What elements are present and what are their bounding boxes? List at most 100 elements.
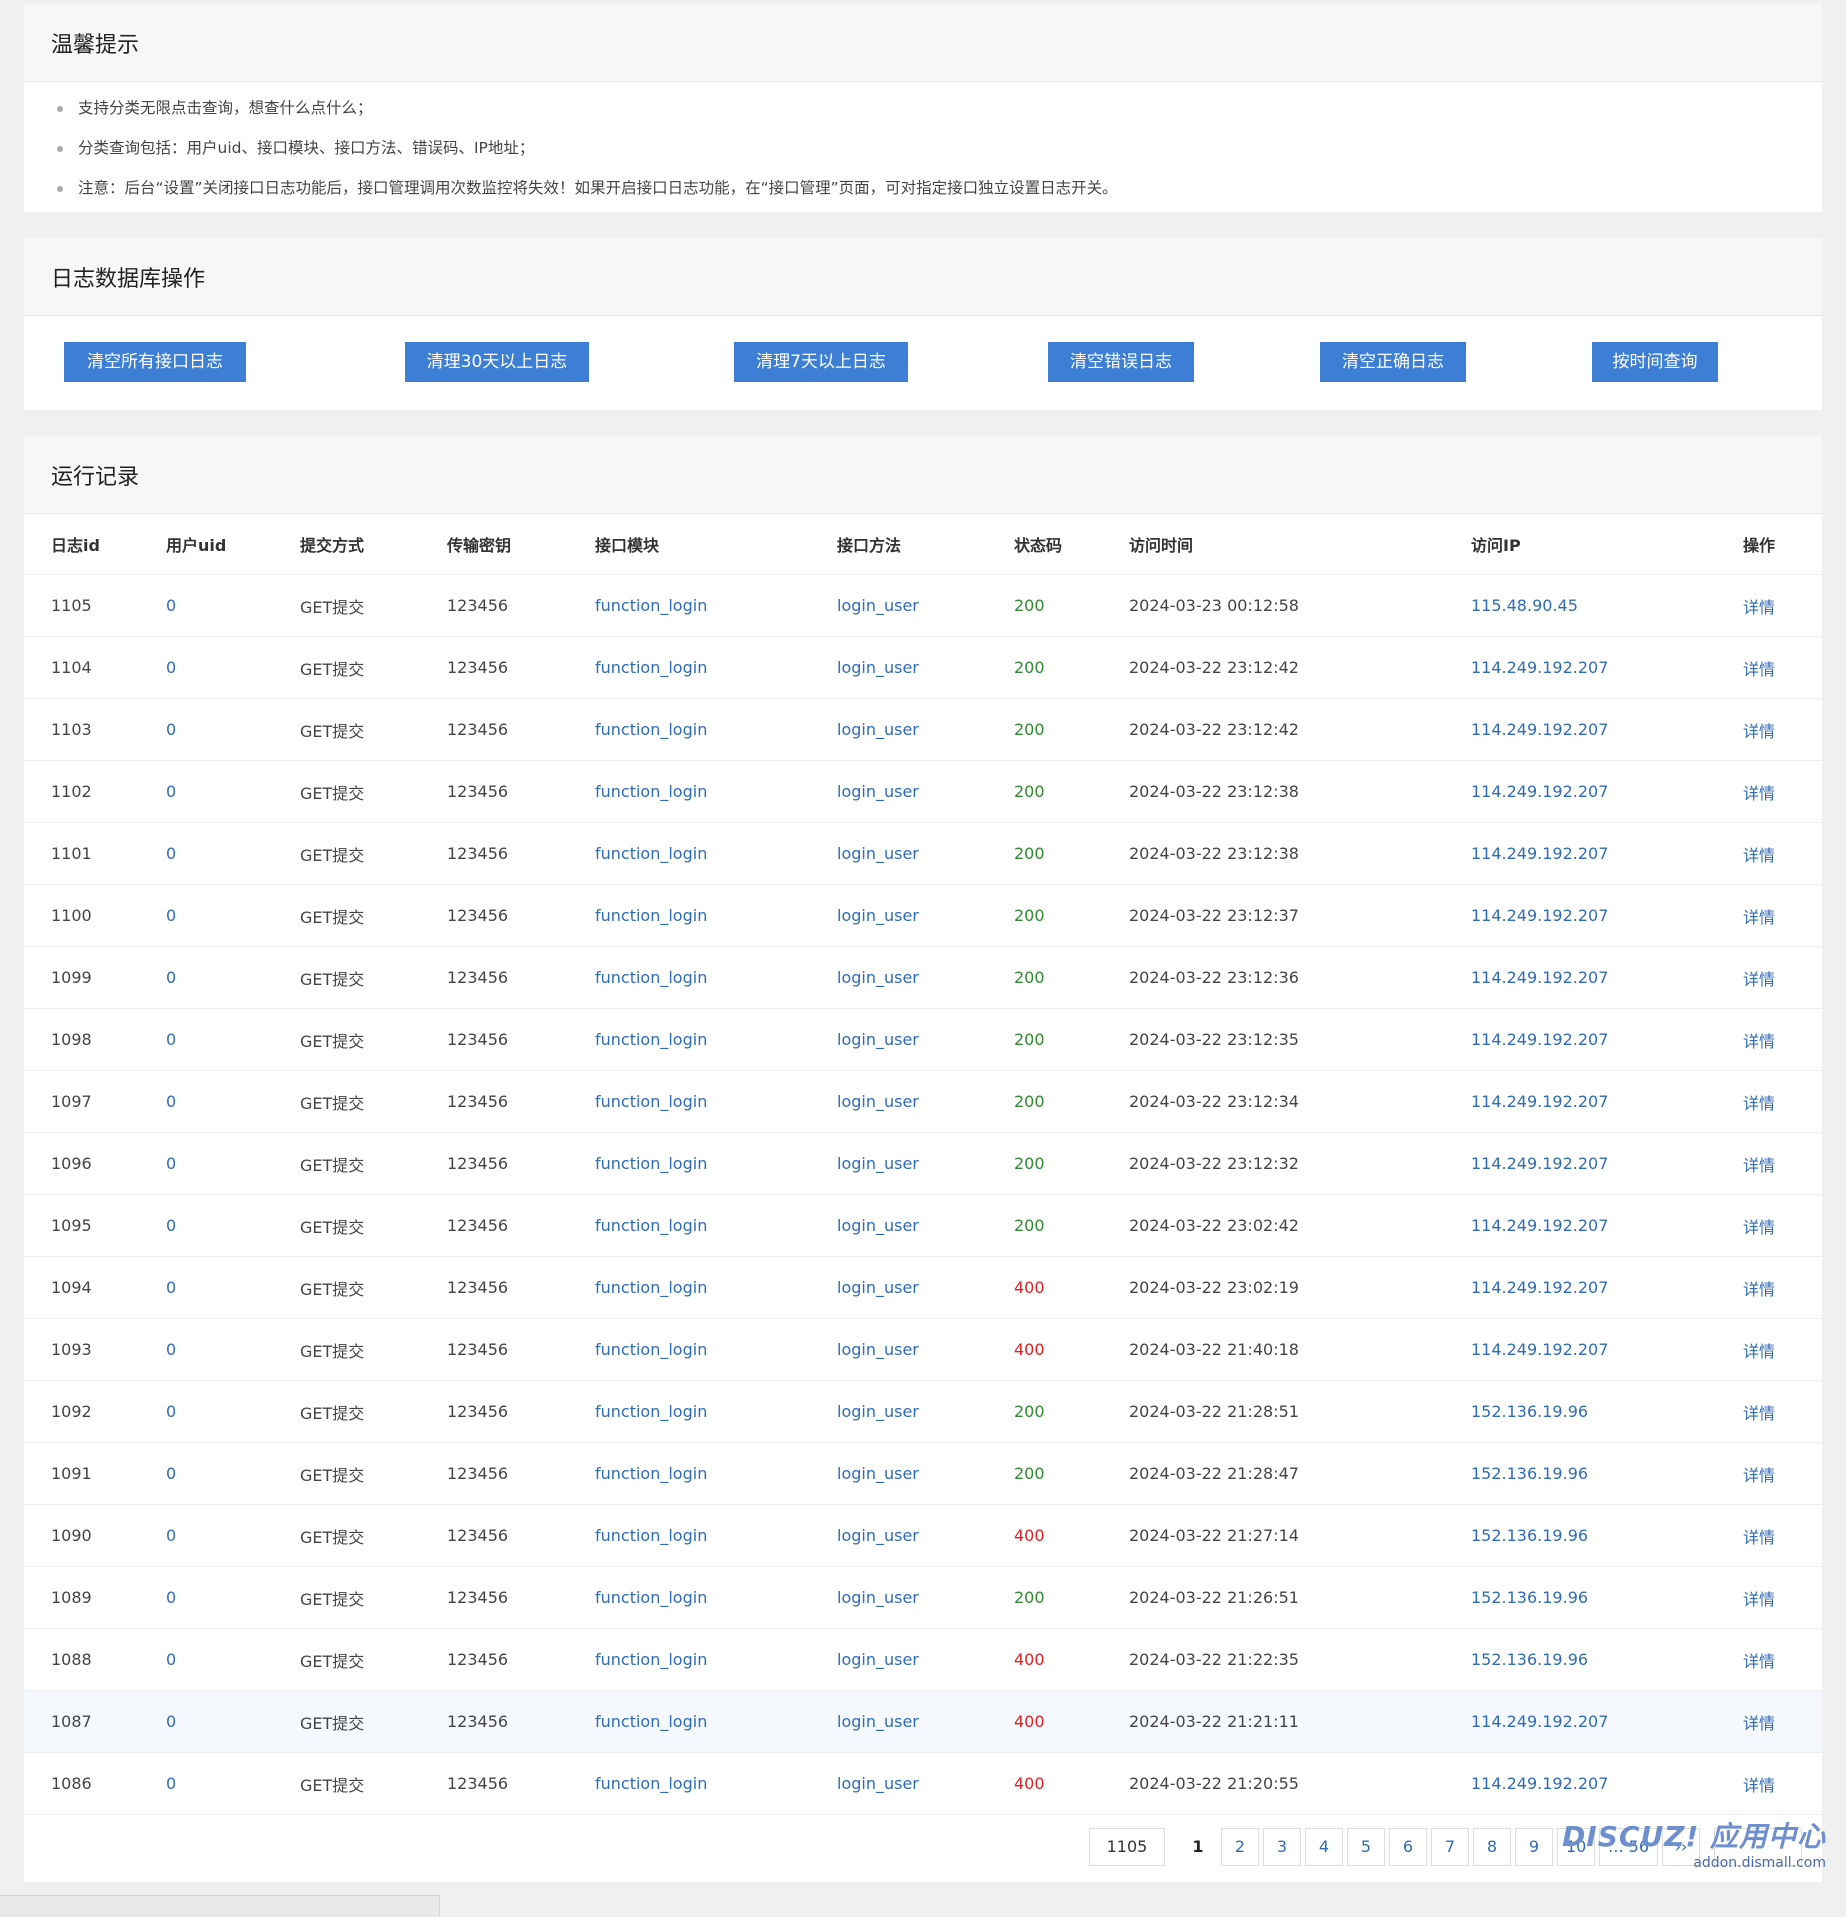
cell-api-module[interactable]: function_login <box>595 720 707 739</box>
cell-access-ip[interactable]: 152.136.19.96 <box>1471 1526 1588 1545</box>
cell-api-module[interactable]: function_login <box>595 1588 707 1607</box>
cell-api-method[interactable]: login_user <box>837 1526 919 1545</box>
cell-user-uid[interactable]: 0 <box>166 1650 176 1669</box>
clean-7-days-button[interactable]: 清理7天以上日志 <box>734 342 908 382</box>
pagination-page-9[interactable]: 9 <box>1514 1828 1553 1866</box>
cell-api-module[interactable]: function_login <box>595 1154 707 1173</box>
cell-status-code[interactable]: 200 <box>1014 1154 1045 1173</box>
cell-access-ip[interactable]: 114.249.192.207 <box>1471 968 1608 987</box>
cell-api-module[interactable]: function_login <box>595 1650 707 1669</box>
cell-detail-link[interactable]: 详情 <box>1743 1714 1775 1733</box>
cell-access-ip[interactable]: 114.249.192.207 <box>1471 1340 1608 1359</box>
cell-api-module[interactable]: function_login <box>595 1712 707 1731</box>
cell-status-code[interactable]: 200 <box>1014 782 1045 801</box>
query-by-time-button[interactable]: 按时间查询 <box>1592 342 1718 382</box>
cell-api-module[interactable]: function_login <box>595 1402 707 1421</box>
cell-api-module[interactable]: function_login <box>595 658 707 677</box>
cell-access-ip[interactable]: 114.249.192.207 <box>1471 658 1608 677</box>
cell-user-uid[interactable]: 0 <box>166 1774 176 1793</box>
cell-detail-link[interactable]: 详情 <box>1743 1218 1775 1237</box>
col-header-user-uid[interactable]: 用户uid <box>139 514 273 575</box>
cell-access-ip[interactable]: 114.249.192.207 <box>1471 1030 1608 1049</box>
cell-api-method[interactable]: login_user <box>837 906 919 925</box>
cell-access-ip[interactable]: 152.136.19.96 <box>1471 1464 1588 1483</box>
cell-api-module[interactable]: function_login <box>595 1030 707 1049</box>
col-header-submit-method[interactable]: 提交方式 <box>273 514 420 575</box>
pagination-page-5[interactable]: 5 <box>1346 1828 1385 1866</box>
cell-access-ip[interactable]: 152.136.19.96 <box>1471 1588 1588 1607</box>
cell-api-module[interactable]: function_login <box>595 1464 707 1483</box>
cell-api-method[interactable]: login_user <box>837 720 919 739</box>
cell-access-ip[interactable]: 114.249.192.207 <box>1471 1712 1608 1731</box>
col-header-transfer-key[interactable]: 传输密钥 <box>420 514 568 575</box>
cell-detail-link[interactable]: 详情 <box>1743 846 1775 865</box>
cell-access-ip[interactable]: 152.136.19.96 <box>1471 1650 1588 1669</box>
cell-access-ip[interactable]: 114.249.192.207 <box>1471 1278 1608 1297</box>
cell-user-uid[interactable]: 0 <box>166 1216 176 1235</box>
cell-user-uid[interactable]: 0 <box>166 1154 176 1173</box>
cell-detail-link[interactable]: 详情 <box>1743 598 1775 617</box>
cell-status-code[interactable]: 400 <box>1014 1526 1045 1545</box>
cell-status-code[interactable]: 400 <box>1014 1712 1045 1731</box>
cell-detail-link[interactable]: 详情 <box>1743 660 1775 679</box>
cell-user-uid[interactable]: 0 <box>166 1588 176 1607</box>
cell-status-code[interactable]: 200 <box>1014 596 1045 615</box>
cell-status-code[interactable]: 200 <box>1014 1216 1045 1235</box>
cell-api-method[interactable]: login_user <box>837 1340 919 1359</box>
cell-api-method[interactable]: login_user <box>837 1774 919 1793</box>
cell-status-code[interactable]: 200 <box>1014 658 1045 677</box>
clear-success-logs-button[interactable]: 清空正确日志 <box>1320 342 1466 382</box>
cell-user-uid[interactable]: 0 <box>166 1464 176 1483</box>
pagination-page-8[interactable]: 8 <box>1472 1828 1511 1866</box>
cell-detail-link[interactable]: 详情 <box>1743 1776 1775 1795</box>
cell-user-uid[interactable]: 0 <box>166 1278 176 1297</box>
clear-all-logs-button[interactable]: 清空所有接口日志 <box>64 342 246 382</box>
pagination-page-4[interactable]: 4 <box>1304 1828 1343 1866</box>
cell-detail-link[interactable]: 详情 <box>1743 970 1775 989</box>
cell-detail-link[interactable]: 详情 <box>1743 1404 1775 1423</box>
cell-detail-link[interactable]: 详情 <box>1743 784 1775 803</box>
cell-access-ip[interactable]: 115.48.90.45 <box>1471 596 1578 615</box>
cell-status-code[interactable]: 200 <box>1014 1464 1045 1483</box>
cell-status-code[interactable]: 200 <box>1014 906 1045 925</box>
cell-api-method[interactable]: login_user <box>837 968 919 987</box>
cell-api-method[interactable]: login_user <box>837 844 919 863</box>
cell-access-ip[interactable]: 114.249.192.207 <box>1471 1154 1608 1173</box>
cell-api-module[interactable]: function_login <box>595 782 707 801</box>
cell-user-uid[interactable]: 0 <box>166 596 176 615</box>
cell-user-uid[interactable]: 0 <box>166 720 176 739</box>
pagination-page-2[interactable]: 2 <box>1220 1828 1259 1866</box>
cell-api-method[interactable]: login_user <box>837 782 919 801</box>
cell-api-method[interactable]: login_user <box>837 1712 919 1731</box>
cell-user-uid[interactable]: 0 <box>166 1712 176 1731</box>
cell-api-method[interactable]: login_user <box>837 1216 919 1235</box>
clear-error-logs-button[interactable]: 清空错误日志 <box>1048 342 1194 382</box>
cell-user-uid[interactable]: 0 <box>166 1092 176 1111</box>
cell-detail-link[interactable]: 详情 <box>1743 1280 1775 1299</box>
cell-api-module[interactable]: function_login <box>595 968 707 987</box>
cell-user-uid[interactable]: 0 <box>166 1526 176 1545</box>
cell-detail-link[interactable]: 详情 <box>1743 1156 1775 1175</box>
cell-api-module[interactable]: function_login <box>595 1278 707 1297</box>
clean-30-days-button[interactable]: 清理30天以上日志 <box>405 342 589 382</box>
cell-api-module[interactable]: function_login <box>595 844 707 863</box>
cell-status-code[interactable]: 400 <box>1014 1278 1045 1297</box>
cell-detail-link[interactable]: 详情 <box>1743 1652 1775 1671</box>
cell-access-ip[interactable]: 152.136.19.96 <box>1471 1402 1588 1421</box>
cell-status-code[interactable]: 400 <box>1014 1650 1045 1669</box>
pagination-page-7[interactable]: 7 <box>1430 1828 1469 1866</box>
cell-user-uid[interactable]: 0 <box>166 968 176 987</box>
cell-status-code[interactable]: 200 <box>1014 844 1045 863</box>
cell-user-uid[interactable]: 0 <box>166 782 176 801</box>
cell-detail-link[interactable]: 详情 <box>1743 1528 1775 1547</box>
cell-detail-link[interactable]: 详情 <box>1743 1032 1775 1051</box>
cell-access-ip[interactable]: 114.249.192.207 <box>1471 1774 1608 1793</box>
cell-api-method[interactable]: login_user <box>837 1650 919 1669</box>
cell-status-code[interactable]: 200 <box>1014 1030 1045 1049</box>
cell-api-method[interactable]: login_user <box>837 1402 919 1421</box>
cell-status-code[interactable]: 400 <box>1014 1774 1045 1793</box>
cell-detail-link[interactable]: 详情 <box>1743 1342 1775 1361</box>
cell-api-module[interactable]: function_login <box>595 1526 707 1545</box>
cell-api-method[interactable]: login_user <box>837 1154 919 1173</box>
cell-detail-link[interactable]: 详情 <box>1743 908 1775 927</box>
